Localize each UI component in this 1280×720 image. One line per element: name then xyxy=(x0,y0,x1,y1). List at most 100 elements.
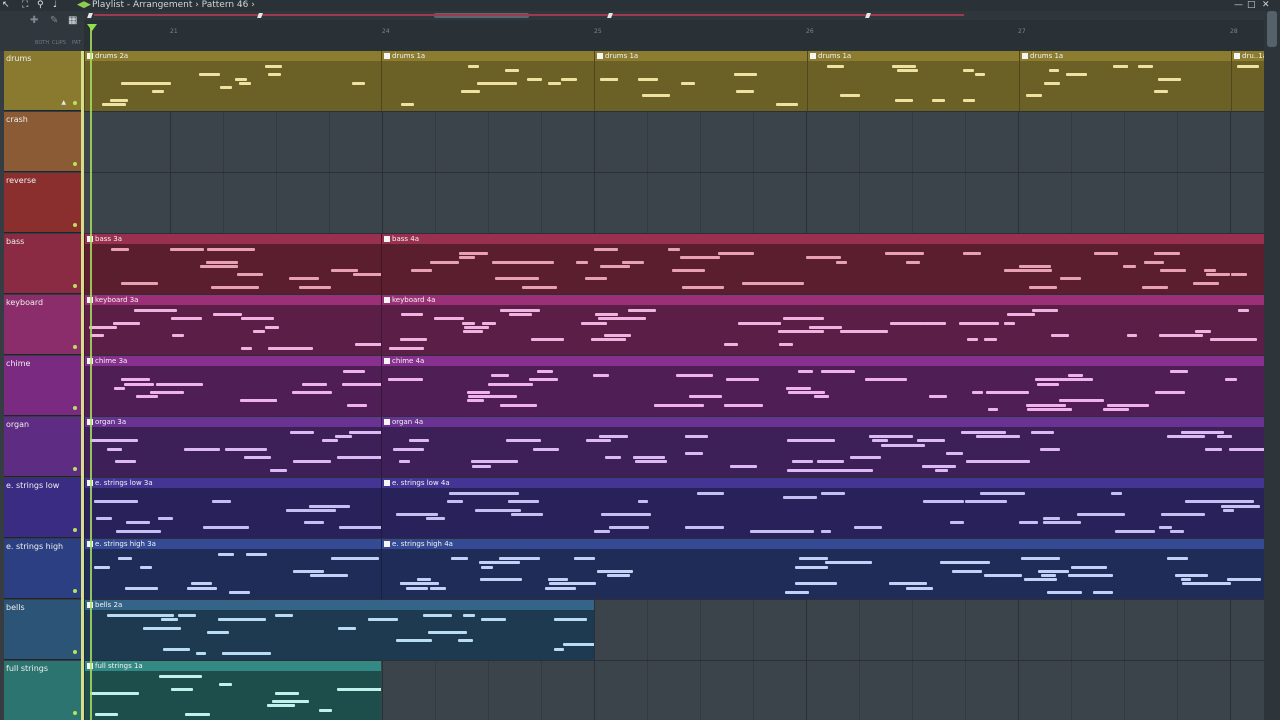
track-header[interactable]: drums ▲ xyxy=(4,51,81,111)
playhead-marker[interactable] xyxy=(87,24,97,31)
clip-header[interactable]: bass 4a xyxy=(382,234,1264,244)
pat-toggle[interactable]: PAT xyxy=(72,40,81,46)
track-mute-led[interactable] xyxy=(73,162,77,166)
pattern-clip[interactable]: bass 4a xyxy=(381,234,1264,294)
track-lane[interactable]: keyboard 3a keyboard 4a xyxy=(84,295,1264,356)
track-mute-led[interactable] xyxy=(73,528,77,532)
track-lane[interactable]: drums 2a drums 1a drums 1a drums 1a drums 1a… xyxy=(84,51,1264,112)
pattern-clip[interactable]: drums 1a xyxy=(594,51,807,111)
note-bar xyxy=(1115,529,1156,533)
track-lane[interactable]: e. strings low 3a e. strings low 4a xyxy=(84,478,1264,539)
track-header[interactable]: bass xyxy=(4,234,81,294)
clip-header[interactable]: dru..1a xyxy=(1232,51,1264,61)
pattern-clip[interactable]: drums 1a xyxy=(1019,51,1231,111)
clips-toggle[interactable]: CLIPS xyxy=(52,40,66,46)
clip-header[interactable]: drums 1a xyxy=(382,51,594,61)
track-mute-led[interactable] xyxy=(73,650,77,654)
track-mute-led[interactable] xyxy=(73,101,77,105)
minimize-icon[interactable]: — xyxy=(1234,0,1243,11)
pattern-clip[interactable]: chime 4a xyxy=(381,356,1264,416)
loop-icon[interactable]: ⛶ xyxy=(22,0,28,11)
clip-header[interactable]: bells 2a xyxy=(85,600,594,610)
pattern-clip[interactable]: e. strings high 4a xyxy=(381,539,1264,599)
track-mute-led[interactable] xyxy=(73,284,77,288)
pattern-clip[interactable]: drums 1a xyxy=(807,51,1019,111)
track-lane[interactable]: organ 3a organ 4a xyxy=(84,417,1264,478)
pattern-clip[interactable]: e. strings high 3a xyxy=(84,539,381,599)
note-bar xyxy=(1153,252,1181,256)
track-header[interactable]: e. strings high xyxy=(4,539,81,599)
track-mute-led[interactable] xyxy=(73,223,77,227)
track-lane[interactable] xyxy=(84,173,1264,234)
pattern-clip[interactable]: dru..1a xyxy=(1231,51,1264,111)
clip-header[interactable]: keyboard 3a xyxy=(85,295,381,305)
clip-header[interactable]: organ 3a xyxy=(85,417,381,427)
clip-header[interactable]: organ 4a xyxy=(382,417,1264,427)
horizontal-scrollbar[interactable] xyxy=(84,11,1264,20)
track-lane[interactable]: e. strings high 3a e. strings high 4a xyxy=(84,539,1264,600)
piano-icon[interactable]: ▦ xyxy=(68,15,77,26)
pattern-clip[interactable]: keyboard 4a xyxy=(381,295,1264,355)
note-bar xyxy=(1025,94,1042,98)
pattern-clip[interactable]: keyboard 3a xyxy=(84,295,381,355)
clip-header[interactable]: full strings 1a xyxy=(85,661,381,671)
track-header[interactable]: organ xyxy=(4,417,81,477)
note-bar xyxy=(923,321,946,325)
track-lane[interactable]: bass 3a bass 4a xyxy=(84,234,1264,295)
pencil-icon[interactable]: ✎ xyxy=(50,15,58,26)
track-lane[interactable]: full strings 1a xyxy=(84,661,1264,720)
track-lane[interactable]: bells 2a xyxy=(84,600,1264,661)
note-bar xyxy=(334,435,353,439)
track-mute-led[interactable] xyxy=(73,467,77,471)
vertical-scrollbar[interactable] xyxy=(1264,11,1280,720)
pattern-clip[interactable]: bells 2a xyxy=(84,600,594,660)
pattern-clip[interactable]: e. strings low 4a xyxy=(381,478,1264,538)
vertical-scroll-thumb[interactable] xyxy=(1267,11,1277,47)
time-ruler[interactable]: 21 24 25 26 27 28 xyxy=(84,20,1264,51)
pattern-clip[interactable]: full strings 1a xyxy=(84,661,381,720)
clip-header[interactable]: drums 1a xyxy=(595,51,807,61)
clip-header[interactable]: chime 4a xyxy=(382,356,1264,366)
note-bar xyxy=(521,285,557,289)
pattern-clip[interactable]: drums 2a xyxy=(84,51,381,111)
track-mute-led[interactable] xyxy=(73,711,77,715)
track-header[interactable]: bells xyxy=(4,600,81,660)
clip-header[interactable]: e. strings low 3a xyxy=(85,478,381,488)
clip-header[interactable]: drums 2a xyxy=(85,51,381,61)
close-icon[interactable]: ✕ xyxy=(1262,0,1270,11)
clip-header[interactable]: drums 1a xyxy=(808,51,1019,61)
clip-header[interactable]: keyboard 4a xyxy=(382,295,1264,305)
clip-header[interactable]: e. strings high 4a xyxy=(382,539,1264,549)
clip-header[interactable]: e. strings low 4a xyxy=(382,478,1264,488)
clip-header[interactable]: drums 1a xyxy=(1020,51,1231,61)
track-lane[interactable]: chime 3a chime 4a xyxy=(84,356,1264,417)
maximize-icon[interactable]: □ xyxy=(1247,0,1256,11)
clip-header[interactable]: bass 3a xyxy=(85,234,381,244)
clip-header[interactable]: chime 3a xyxy=(85,356,381,366)
track-lane[interactable] xyxy=(84,112,1264,173)
both-toggle[interactable]: BOTH xyxy=(35,40,49,46)
draw-tool-icon[interactable]: ✚ xyxy=(30,15,38,26)
track-mute-led[interactable] xyxy=(73,589,77,593)
track-header[interactable]: keyboard xyxy=(4,295,81,355)
track-mute-led[interactable] xyxy=(73,345,77,349)
pointer-icon[interactable]: ↖ xyxy=(2,0,10,11)
track-header[interactable]: reverse xyxy=(4,173,81,233)
clip-header[interactable]: e. strings high 3a xyxy=(85,539,381,549)
track-header[interactable]: chime xyxy=(4,356,81,416)
magnifier-icon[interactable]: ⚲ xyxy=(37,0,44,11)
pattern-clip[interactable]: e. strings low 3a xyxy=(84,478,381,538)
speaker-icon[interactable]: ♩ xyxy=(53,0,57,11)
pattern-clip[interactable]: organ 4a xyxy=(381,417,1264,477)
play-pattern-icon[interactable]: ◀▶ xyxy=(77,0,91,11)
track-header[interactable]: full strings xyxy=(4,661,81,720)
pattern-clip[interactable]: bass 3a xyxy=(84,234,381,294)
pattern-clip[interactable]: chime 3a xyxy=(84,356,381,416)
track-header[interactable]: crash xyxy=(4,112,81,172)
track-header[interactable]: e. strings low xyxy=(4,478,81,538)
pattern-clip[interactable]: drums 1a xyxy=(381,51,594,111)
collapse-icon[interactable]: ▲ xyxy=(61,99,66,106)
track-mute-led[interactable] xyxy=(73,406,77,410)
start-marker[interactable] xyxy=(87,13,93,18)
pattern-clip[interactable]: organ 3a xyxy=(84,417,381,477)
